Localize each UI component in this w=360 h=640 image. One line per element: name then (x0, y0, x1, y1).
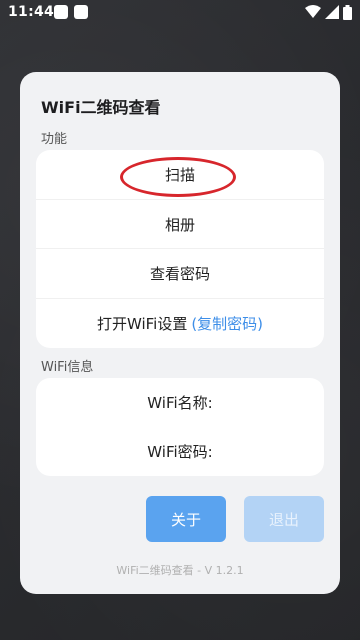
status-bar: 11:44 (0, 0, 360, 26)
wifi-icon (305, 5, 321, 18)
function-card: 扫描 相册 查看密码 打开WiFi设置 (复制密码) (36, 150, 324, 348)
wifi-password-label: WiFi密码: (147, 443, 213, 461)
battery-icon (343, 4, 352, 20)
open-wifi-settings-label: 打开WiFi设置 (96, 315, 188, 333)
scan-button[interactable]: 扫描 (36, 150, 324, 199)
album-button[interactable]: 相册 (36, 199, 324, 249)
notification-icon (74, 5, 88, 19)
exit-button[interactable]: 退出 (244, 496, 324, 542)
wifi-name-label: WiFi名称: (147, 394, 213, 412)
info-section-label: WiFi信息 (41, 360, 94, 375)
album-label: 相册 (164, 216, 195, 234)
copy-password-link[interactable]: (复制密码) (191, 313, 263, 334)
about-button[interactable]: 关于 (146, 496, 226, 542)
status-icons (305, 4, 352, 20)
signal-icon (325, 5, 339, 19)
view-password-button[interactable]: 查看密码 (36, 248, 324, 298)
wifi-name-row: WiFi名称: (36, 378, 324, 427)
version-text: WiFi二维码查看 - V 1.2.1 (116, 564, 244, 577)
open-wifi-settings-button[interactable]: 打开WiFi设置 (复制密码) (36, 298, 324, 348)
info-card: WiFi名称: WiFi密码: (36, 378, 324, 476)
scan-label: 扫描 (164, 166, 195, 184)
function-section-label: 功能 (41, 132, 68, 147)
notification-icon (54, 5, 68, 19)
status-time: 11:44 (8, 4, 55, 20)
view-password-label: 查看密码 (149, 265, 210, 283)
wifi-password-row: WiFi密码: (36, 427, 324, 476)
dialog-title: WiFi二维码查看 (41, 98, 161, 117)
dialog: WiFi二维码查看 功能 扫描 相册 查看密码 打开WiFi设置 (复制密码) … (20, 72, 340, 594)
